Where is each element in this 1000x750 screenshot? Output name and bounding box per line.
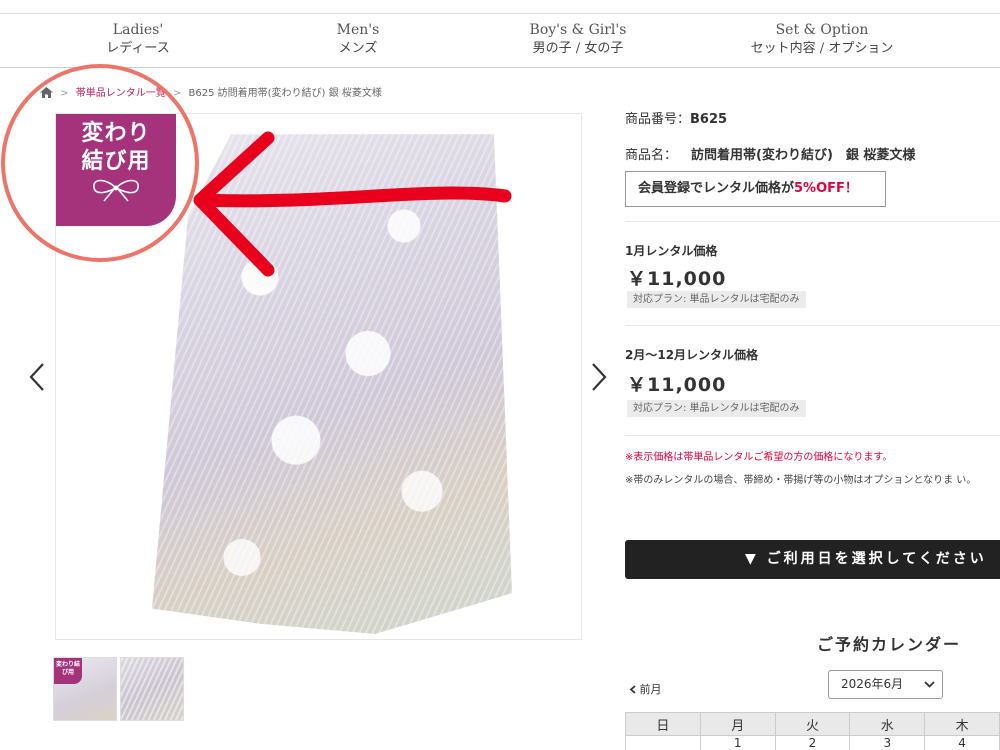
product-name: 訪問着用帯(変わり結び) 銀 桜菱文様 <box>691 148 916 163</box>
weekday-header: 木 <box>924 712 1000 736</box>
calendar-day[interactable]: 4 <box>924 735 1000 750</box>
price-jan-value: ￥11,000 <box>627 268 727 290</box>
prev-month-label: 前月 <box>639 683 662 696</box>
nav-mens-en: Men's <box>336 22 380 38</box>
main-product-image[interactable]: 変わり 結び用 <box>55 113 582 640</box>
month-select-value: 2026年6月 <box>841 677 904 691</box>
next-image-arrow[interactable] <box>590 362 608 396</box>
kawari-musubi-badge: 変わり 結び用 <box>56 114 176 226</box>
calendar-day[interactable]: 1 <box>699 735 776 750</box>
nav-set-option-jp: セット内容 / オプション <box>750 41 894 56</box>
weekday-header: 月 <box>699 712 776 736</box>
price-feb-dec-title: 2月～12月レンタル価格 <box>625 348 759 362</box>
breadcrumb-current: B625 訪問着用帯(変わり結び) 銀 桜菱文様 <box>188 88 382 99</box>
price-note-gray: ※帯のみレンタルの場合、帯締め・帯揚げ等の小物はオプションとなりま い。 <box>625 475 977 486</box>
thumbnail-1[interactable]: 変わり結び用 <box>53 657 117 721</box>
breadcrumb: > 帯単品レンタル一覧 > B625 訪問着用帯(変わり結び) 銀 桜菱文様 <box>40 84 382 101</box>
price-note-red: ※表示価格は帯単品レンタルご希望の方の価格になります。 <box>625 452 893 463</box>
product-name-label: 商品名： <box>625 148 678 163</box>
price-jan-title: 1月レンタル価格 <box>625 244 718 258</box>
nav-ladies[interactable]: Ladies' レディース <box>78 20 198 58</box>
select-date-button[interactable]: ▼ ご利用日を選択してください <box>625 540 1000 579</box>
calendar-day[interactable]: 3 <box>849 735 926 750</box>
chevron-down-icon <box>924 681 935 688</box>
thumbnail-badge: 変わり結び用 <box>54 658 82 684</box>
divider <box>625 325 1000 326</box>
month-select[interactable]: 2026年6月 <box>828 670 943 699</box>
chevron-left-icon <box>629 685 636 694</box>
product-code-label: 商品番号： <box>625 112 691 127</box>
weekday-header: 火 <box>774 712 851 736</box>
price-feb-dec-plan: 対応プラン: 単品レンタルは宅配のみ <box>627 400 806 417</box>
badge-line2: 結び用 <box>81 149 151 174</box>
breadcrumb-separator: > <box>60 88 69 99</box>
nav-kids-en: Boy's & Girl's <box>529 22 627 38</box>
nav-mens-jp: メンズ <box>338 41 378 56</box>
nav-set-option-en: Set & Option <box>775 22 869 38</box>
nav-ladies-jp: レディース <box>106 41 170 56</box>
breadcrumb-obi-list-link[interactable]: 帯単品レンタル一覧 <box>76 88 166 99</box>
divider <box>625 221 1000 222</box>
member-discount-banner[interactable]: 会員登録でレンタル価格が5%OFF！ <box>625 171 886 207</box>
nav-kids[interactable]: Boy's & Girl's 男の子 / 女の子 <box>510 20 646 58</box>
weekday-header: 水 <box>849 712 926 736</box>
calendar-day <box>625 735 701 750</box>
obi-photo <box>152 134 512 634</box>
reservation-calendar: 日 月 火 水 木 1 2 3 4 <box>625 712 1000 750</box>
weekday-header: 日 <box>625 712 701 736</box>
product-code: B625 <box>690 112 728 127</box>
product-code-row: 商品番号：B625 <box>625 108 727 127</box>
prev-month-link[interactable]: 前月 <box>629 681 662 697</box>
ribbon-bow-icon <box>93 179 139 202</box>
nav-ladies-en: Ladies' <box>112 22 164 38</box>
thumbnail-2[interactable] <box>120 657 184 721</box>
member-discount-off: 5%OFF！ <box>794 181 858 196</box>
price-feb-dec-value: ￥11,000 <box>627 374 727 396</box>
breadcrumb-separator: > <box>172 88 182 99</box>
chevron-left-icon <box>29 363 44 391</box>
chevron-right-icon <box>592 363 607 391</box>
calendar-day[interactable]: 2 <box>774 735 851 750</box>
nav-mens[interactable]: Men's メンズ <box>298 20 418 58</box>
price-jan-plan: 対応プラン: 単品レンタルは宅配のみ <box>627 291 806 308</box>
prev-image-arrow[interactable] <box>28 362 46 396</box>
home-icon[interactable] <box>40 87 53 101</box>
nav-kids-jp: 男の子 / 女の子 <box>532 41 624 56</box>
product-name-row: 商品名： 訪問着用帯(変わり結び) 銀 桜菱文様 <box>625 144 915 163</box>
member-discount-text: 会員登録でレンタル価格が <box>638 181 795 196</box>
calendar-title: ご予約カレンダー <box>817 635 962 654</box>
badge-line1: 変わり <box>81 121 151 146</box>
nav-set-option[interactable]: Set & Option セット内容 / オプション <box>736 20 908 58</box>
main-nav: Ladies' レディース Men's メンズ Boy's & Girl's 男… <box>0 14 1000 68</box>
divider <box>625 435 1000 436</box>
